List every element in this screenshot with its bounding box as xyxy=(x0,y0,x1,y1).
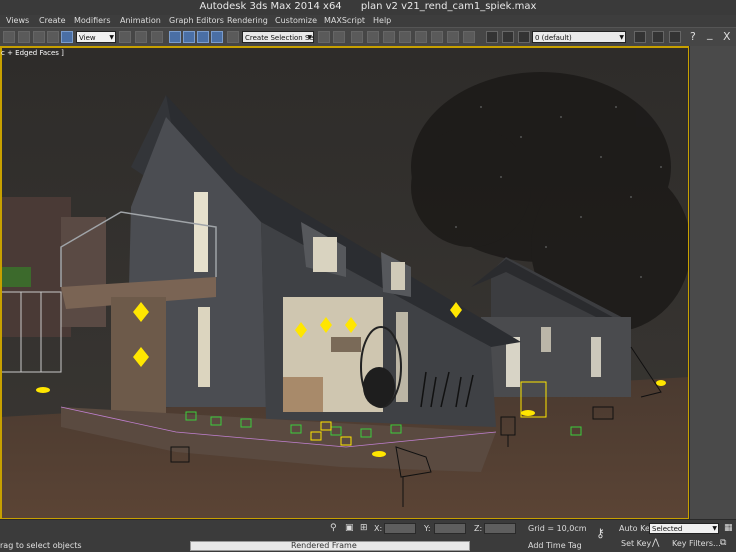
menu-rendering[interactable]: Rendering xyxy=(227,16,268,25)
keyboard-shortcut-icon[interactable] xyxy=(151,31,163,43)
menu-modifiers[interactable]: Modifiers xyxy=(74,16,111,25)
set-key-button[interactable]: Set Key xyxy=(621,539,651,548)
graphite-ribbon-icon[interactable] xyxy=(367,31,379,43)
rotate-icon[interactable] xyxy=(47,31,59,43)
layer-freeze-icon[interactable] xyxy=(518,31,530,43)
menu-customize[interactable]: Customize xyxy=(275,16,317,25)
row-house-wall xyxy=(481,317,631,397)
rendered-frame-window-icon[interactable] xyxy=(447,31,459,43)
time-config-icon[interactable]: ⧉ xyxy=(720,538,726,548)
add-to-layer-icon[interactable] xyxy=(652,31,664,43)
lock-selection-icon[interactable]: ⚲ xyxy=(330,523,337,533)
named-selection-set-dropdown[interactable]: Create Selection Se ▼ xyxy=(242,31,314,43)
key-mode-dropdown[interactable]: Selected ▼ xyxy=(649,523,719,534)
chevron-down-icon: ▼ xyxy=(712,525,717,532)
layer-dropdown[interactable]: 0 (default) ▼ xyxy=(532,31,626,43)
chevron-down-icon: ▼ xyxy=(307,34,312,41)
selection-lock-toggle-icon[interactable]: ▣ xyxy=(345,523,354,533)
help-button[interactable]: ? xyxy=(690,31,696,42)
percent-snap-icon[interactable] xyxy=(197,31,209,43)
filter-icon[interactable]: ▦ xyxy=(724,523,733,533)
perspective-viewport[interactable]: c + Edged Faces ] xyxy=(0,46,689,519)
hedge xyxy=(1,267,31,287)
align-icon[interactable] xyxy=(333,31,345,43)
angle-snap-icon[interactable] xyxy=(183,31,195,43)
row-house-window xyxy=(506,337,520,387)
create-layer-icon[interactable] xyxy=(634,31,646,43)
layer-dropdown-label: 0 (default) xyxy=(535,34,572,42)
viewport-scene xyxy=(1,47,688,518)
absolute-mode-icon[interactable]: ⊞ xyxy=(360,523,368,533)
layer-icon[interactable] xyxy=(486,31,498,43)
key-mode-label: Selected xyxy=(652,525,683,533)
view-dropdown-label: View xyxy=(79,34,96,42)
y-coordinate-field[interactable] xyxy=(434,523,466,534)
close-button[interactable]: X xyxy=(723,31,731,42)
spinner-snap-icon[interactable] xyxy=(211,31,223,43)
app-title: Autodesk 3ds Max 2014 x64 xyxy=(199,1,342,12)
x-label: X: xyxy=(374,524,383,533)
menu-bar: Views Create Modifiers Animation Graph E… xyxy=(0,15,736,27)
pivot-icon[interactable] xyxy=(119,31,131,43)
command-panel[interactable] xyxy=(689,46,736,519)
menu-maxscript[interactable]: MAXScript xyxy=(324,16,365,25)
gable-door xyxy=(198,307,210,387)
chevron-down-icon: ▼ xyxy=(109,34,114,41)
reference-coordinate-dropdown[interactable]: View ▼ xyxy=(76,31,116,43)
chevron-down-icon: ▼ xyxy=(619,34,624,41)
render-setup-icon[interactable] xyxy=(431,31,443,43)
curve-editor-icon[interactable] xyxy=(383,31,395,43)
snap-toggle-icon[interactable] xyxy=(169,31,181,43)
key-filters-button[interactable]: Key Filters... xyxy=(672,539,721,548)
select-object-icon[interactable] xyxy=(3,31,15,43)
scale-icon[interactable] xyxy=(61,31,73,43)
select-region-icon[interactable] xyxy=(18,31,30,43)
viewport-shading-label[interactable]: c + Edged Faces ] xyxy=(1,49,64,57)
dormer-window-1 xyxy=(313,237,337,272)
y-label: Y: xyxy=(424,524,431,533)
window-title: Autodesk 3ds Max 2014 x64 plan v2 v21_re… xyxy=(0,1,736,12)
interior-cabinet xyxy=(331,337,361,352)
rendered-frame-window-tab[interactable]: Rendered Frame xyxy=(190,541,470,551)
rendered-frame-label: Rendered Frame xyxy=(291,541,357,550)
layer-manager-icon[interactable] xyxy=(351,31,363,43)
grid-size-label: Grid = 10,0cm xyxy=(528,524,587,533)
menu-views[interactable]: Views xyxy=(6,16,29,25)
z-coordinate-field[interactable] xyxy=(484,523,516,534)
gable-window xyxy=(194,192,208,272)
schematic-view-icon[interactable] xyxy=(399,31,411,43)
menu-help[interactable]: Help xyxy=(373,16,391,25)
menu-graph-editors[interactable]: Graph Editors xyxy=(169,16,224,25)
hanging-chair-seat xyxy=(363,367,395,407)
x-coordinate-field[interactable] xyxy=(384,523,416,534)
material-editor-icon[interactable] xyxy=(415,31,427,43)
move-icon[interactable] xyxy=(33,31,45,43)
select-manipulate-icon[interactable] xyxy=(135,31,147,43)
row-house-window-3 xyxy=(591,337,601,377)
menu-animation[interactable]: Animation xyxy=(120,16,161,25)
edit-named-selection-icon[interactable] xyxy=(227,31,239,43)
key-icon[interactable]: ⚷ xyxy=(596,527,605,539)
minimize-button[interactable]: _ xyxy=(707,28,713,39)
render-production-icon[interactable] xyxy=(463,31,475,43)
main-toolbar: View ▼ Create Selection Se ▼ 0 (default) ▼ … xyxy=(0,27,736,48)
add-time-tag-button[interactable]: Add Time Tag xyxy=(528,541,582,550)
row-house-window-2 xyxy=(541,327,551,352)
z-label: Z: xyxy=(474,524,483,533)
layer-visibility-icon[interactable] xyxy=(502,31,514,43)
menu-create[interactable]: Create xyxy=(39,16,66,25)
file-title: plan v2 v21_rend_cam1_spiek.max xyxy=(360,1,537,12)
selection-set-label: Create Selection Se xyxy=(245,34,314,42)
title-bar: Autodesk 3ds Max 2014 x64 plan v2 v21_re… xyxy=(0,0,736,16)
mirror-icon[interactable] xyxy=(318,31,330,43)
select-in-layer-icon[interactable] xyxy=(669,31,681,43)
dormer-window-2 xyxy=(391,262,405,290)
set-keys-icon[interactable]: ⋀ xyxy=(652,538,659,548)
interior-kitchen xyxy=(283,377,323,412)
prompt-line: rag to select objects xyxy=(0,541,82,550)
